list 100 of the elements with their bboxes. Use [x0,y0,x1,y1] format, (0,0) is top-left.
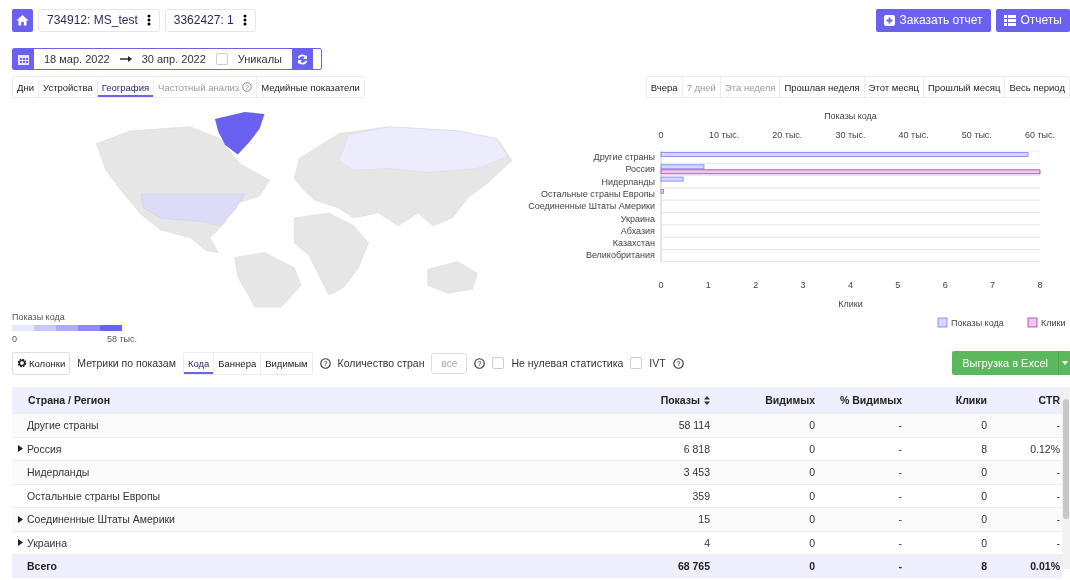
legend-label: Клики [1041,318,1066,328]
column-header[interactable]: Показы [635,394,710,406]
tick-label: 0 [658,280,664,290]
table-cell: Другие страны [27,419,99,432]
column-header[interactable]: Страна / Регион [12,394,635,406]
breadcrumb-dropdown[interactable]: 3362427: 1 [164,8,256,32]
table-cell: 0 [809,513,815,526]
total-cell: 0 [809,560,815,573]
total-cell: 0.01% [1030,560,1060,573]
table-row[interactable]: Другие страны 58 114 0 - 0 - [12,414,1062,438]
table-cell: 0 [809,442,815,455]
table-row[interactable]: Нидерланды 3 453 0 - 0 - [12,461,1062,485]
category-label: Соединенные Штаты Америки [528,201,655,212]
table-cell: - [1056,466,1060,479]
sort-icon [704,395,710,405]
refresh-icon [297,53,308,65]
table-cell: Соединенные Штаты Америки [27,513,175,526]
table-cell: 0 [809,536,815,549]
home-icon [16,14,29,26]
expand-icon[interactable] [18,515,23,523]
date-from: 18 мар. 2022 [44,53,110,65]
table-cell: 58 114 [678,419,710,432]
axis-title: Показы кода [824,111,877,121]
tick-label: 8 [1037,280,1043,290]
category-label: Казахстан [612,238,655,249]
table-row[interactable]: Соединенные Штаты Америки 15 0 - 0 - [12,508,1062,532]
tick-label: 7 [990,280,996,290]
checkbox[interactable] [492,357,505,369]
scrollbar[interactable] [1062,387,1070,569]
total-cell: 8 [981,560,987,573]
column-header[interactable]: Клики [902,394,987,406]
tick-label: 1 [705,280,711,290]
report-button[interactable]: Отчеты [995,8,1070,32]
checkbox[interactable] [630,357,643,369]
country-count-field[interactable]: все [431,352,468,374]
table-cell: 4 [704,536,710,549]
table-cell: Россия [27,442,62,455]
breadcrumb-dropdown[interactable]: 734912: MS_test [38,8,160,32]
table-cell: - [1056,536,1060,549]
date-to: 30 апр. 2022 [141,53,206,65]
tick-label: 3 [800,280,806,290]
table-cell: 3 453 [683,466,710,479]
category-label: Абхазия [620,225,655,236]
tick-label: 20 тыс. [772,130,803,140]
caret-icon [1061,361,1068,365]
help-icon[interactable]: ? [672,357,684,369]
calendar-icon [18,53,29,65]
date-range-picker[interactable]: 18 мар. 2022 30 апр. 2022 Уникалы [12,48,322,70]
period-tab[interactable]: Вчера [646,77,683,97]
expand-icon[interactable] [18,445,23,453]
kebab-icon [242,14,247,26]
legend-label: Показы кода [951,318,1004,328]
total-cell: - [898,560,902,573]
unique-label: Уникалы [237,53,282,65]
category-label: Россия [625,164,655,175]
tick-label: 40 тыс. [898,130,929,140]
metric-tab[interactable]: Кода [183,352,215,374]
home-button[interactable] [12,8,33,32]
list-icon [1003,14,1016,26]
settings-icon [17,358,27,368]
table-cell: Нидерланды [27,466,90,479]
table-cell: - [898,466,902,479]
arrow-right-icon [119,56,132,62]
checkbox-label: IVT [649,357,666,369]
columns-button[interactable]: Колонки [12,351,71,375]
country-count-label: Количество стран [337,357,425,369]
tick-label: 30 тыс. [835,130,866,140]
table-cell: 0 [809,419,815,432]
axis-title: Клики [838,299,863,309]
column-header[interactable]: Видимых [710,394,815,406]
unique-checkbox[interactable] [215,53,228,65]
help-icon[interactable]: ? [319,357,331,369]
legend-swatch [1027,317,1038,328]
category-label: Другие страны [593,152,655,162]
table-cell: - [1056,513,1060,526]
table-cell: 359 [692,489,710,502]
export-menu-button[interactable] [1058,351,1070,375]
table-cell: - [1056,419,1060,432]
table-cell: 0 [981,489,987,502]
column-header[interactable]: % Видимых [815,394,902,406]
tick-label: 0 [658,130,664,140]
tick-label: 60 тыс. [1024,130,1056,140]
table-cell: 0.12% [1030,442,1060,455]
tick-label: 6 [942,280,948,290]
bar [660,189,664,194]
view-tab[interactable]: Дни [13,77,39,97]
view-tab[interactable]: География [97,77,155,97]
category-label: Нидерланды [601,176,655,187]
column-header[interactable]: CTR [987,394,1062,406]
help-icon[interactable]: ? [474,357,486,369]
report-button[interactable]: Заказать отчет [875,8,991,32]
total-cell: Всего [27,560,57,573]
table-cell: 15 [698,513,710,526]
expand-icon[interactable] [18,539,23,547]
table-cell: 0 [981,466,987,479]
tick-label: 4 [848,280,853,290]
plus-square-icon [883,14,895,26]
legend-title: Показы кода [12,312,66,322]
table-cell: - [898,442,902,455]
table-cell: Остальные страны Европы [27,489,161,502]
